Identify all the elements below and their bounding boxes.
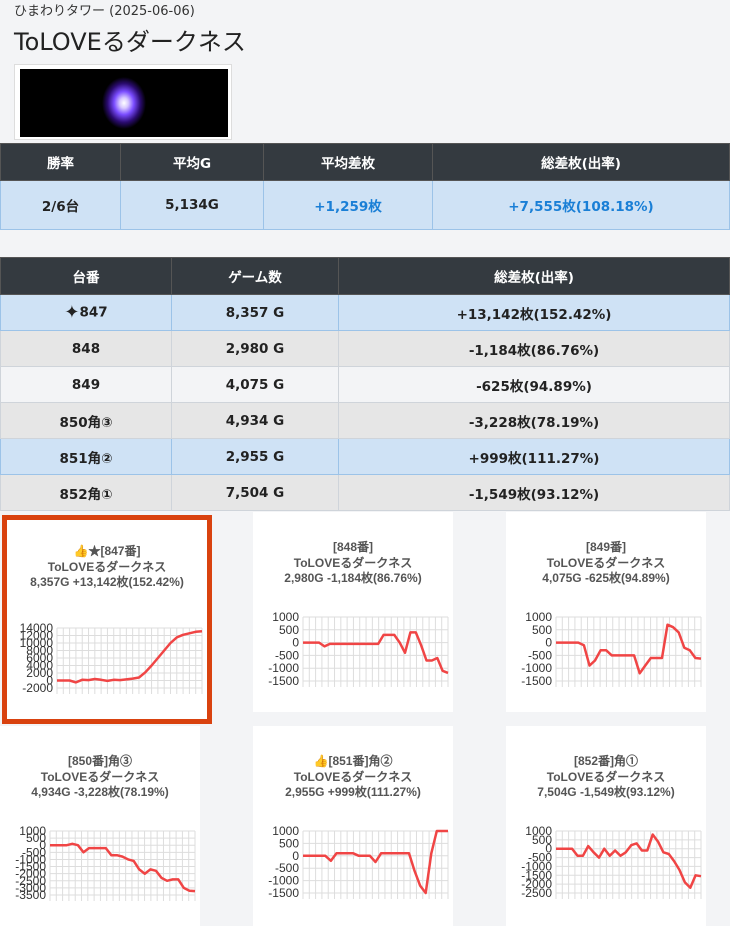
games-cell: 4,934 G	[171, 402, 339, 439]
y-tick-label: -1500	[268, 886, 299, 900]
summary-header: 勝率	[0, 143, 121, 181]
table-row[interactable]: 852角① 7,504 G -1,549枚(93.12%)	[0, 474, 730, 511]
games-cell: 8,357 G	[171, 294, 339, 331]
summary-table: 勝率 平均G 平均差枚 総差枚(出率) 2/6台 5,134G +1,259枚 …	[0, 143, 730, 230]
diff-cell: -3,228枚(78.19%)	[338, 402, 730, 439]
slump-line	[303, 631, 449, 675]
slump-chart: 10005000-500-1000-1500	[521, 610, 702, 688]
slump-chart: 14000120001000080006000400020000-2000	[20, 621, 203, 695]
machine-number[interactable]: 850角③	[0, 402, 172, 439]
table-row[interactable]: 848 2,980 G -1,184枚(86.76%)	[0, 330, 730, 367]
diff-cell: -1,184枚(86.76%)	[338, 330, 730, 367]
slump-line	[556, 833, 702, 889]
diff-cell: -1,549枚(93.12%)	[338, 474, 730, 511]
slump-line	[50, 842, 196, 893]
table-row[interactable]: 851角② 2,955 G +999枚(111.27%)	[0, 438, 730, 475]
table-row[interactable]: 849 4,075 G -625枚(94.89%)	[0, 366, 730, 403]
machine-number: 847	[79, 304, 108, 321]
slump-chart: 10005000-500-1000-1500	[268, 824, 449, 900]
machine-number[interactable]: 851角②	[0, 438, 172, 475]
machine-number[interactable]: 852角①	[0, 474, 172, 511]
sparkle-icon: ✦	[64, 302, 80, 323]
machine-banner-image	[20, 69, 228, 137]
slump-chart: 10005000-500-1000-1500-2000-2500	[521, 824, 702, 900]
slump-chart: 10005000-500-1000-1500	[268, 610, 449, 688]
games-cell: 7,504 G	[171, 474, 339, 511]
games-cell: 2,955 G	[171, 438, 339, 475]
table-row[interactable]: 850角③ 4,934 G -3,228枚(78.19%)	[0, 402, 730, 439]
diff-cell: -625枚(94.89%)	[338, 366, 730, 403]
machine-number[interactable]: 848	[0, 330, 172, 367]
slump-line	[57, 629, 203, 684]
machine-number-cell[interactable]: ✦847	[0, 294, 172, 331]
chart-card-851[interactable]: 👍[851番]角② ToLOVEるダークネス 2,955G +999枚(111.…	[253, 726, 453, 926]
page-title: ToLOVEるダークネス	[14, 28, 246, 56]
y-tick-label: -2000	[22, 681, 53, 695]
chart-card-852[interactable]: [852番]角① ToLOVEるダークネス 7,504G -1,549枚(93.…	[506, 726, 706, 926]
y-tick-label: -1500	[268, 674, 299, 688]
slump-line	[556, 623, 702, 675]
machine-banner	[14, 64, 232, 140]
y-tick-label: -2500	[521, 886, 552, 900]
summary-header: 平均G	[120, 143, 264, 181]
win-rate-value: 2/6台	[0, 180, 121, 230]
chart-card-847[interactable]: 👍★[847番] ToLOVEるダークネス 8,357G +13,142枚(15…	[2, 515, 212, 724]
avg-games-value: 5,134G	[120, 180, 264, 230]
chart-card-850[interactable]: [850番]角③ ToLOVEるダークネス 4,934G -3,228枚(78.…	[0, 726, 200, 926]
page-subtitle: ひまわりタワー (2025-06-06)	[14, 4, 195, 19]
y-tick-label: -1500	[521, 674, 552, 688]
slump-chart: 10005000-500-1000-1500-2000-2500-3000-35…	[15, 824, 196, 902]
machine-header: 総差枚(出率)	[338, 257, 730, 295]
summary-header: 平均差枚	[263, 143, 433, 181]
table-row[interactable]: ✦847 8,357 G +13,142枚(152.42%)	[0, 294, 730, 331]
diff-cell: +999枚(111.27%)	[338, 438, 730, 475]
slump-line	[303, 829, 448, 895]
machine-header: 台番	[0, 257, 172, 295]
y-tick-label: -3500	[15, 888, 46, 902]
games-cell: 2,980 G	[171, 330, 339, 367]
diff-cell: +13,142枚(152.42%)	[338, 294, 730, 331]
summary-header: 総差枚(出率)	[432, 143, 730, 181]
avg-diff-value: +1,259枚	[263, 180, 433, 230]
total-diff-value: +7,555枚(108.18%)	[432, 180, 730, 230]
chart-card-849[interactable]: [849番] ToLOVEるダークネス 4,075G -625枚(94.89%)…	[506, 512, 706, 712]
machine-header: ゲーム数	[171, 257, 339, 295]
games-cell: 4,075 G	[171, 366, 339, 403]
machine-number[interactable]: 849	[0, 366, 172, 403]
chart-card-848[interactable]: [848番] ToLOVEるダークネス 2,980G -1,184枚(86.76…	[253, 512, 453, 712]
machine-table: 台番 ゲーム数 総差枚(出率) ✦847 8,357 G +13,142枚(15…	[0, 257, 730, 511]
